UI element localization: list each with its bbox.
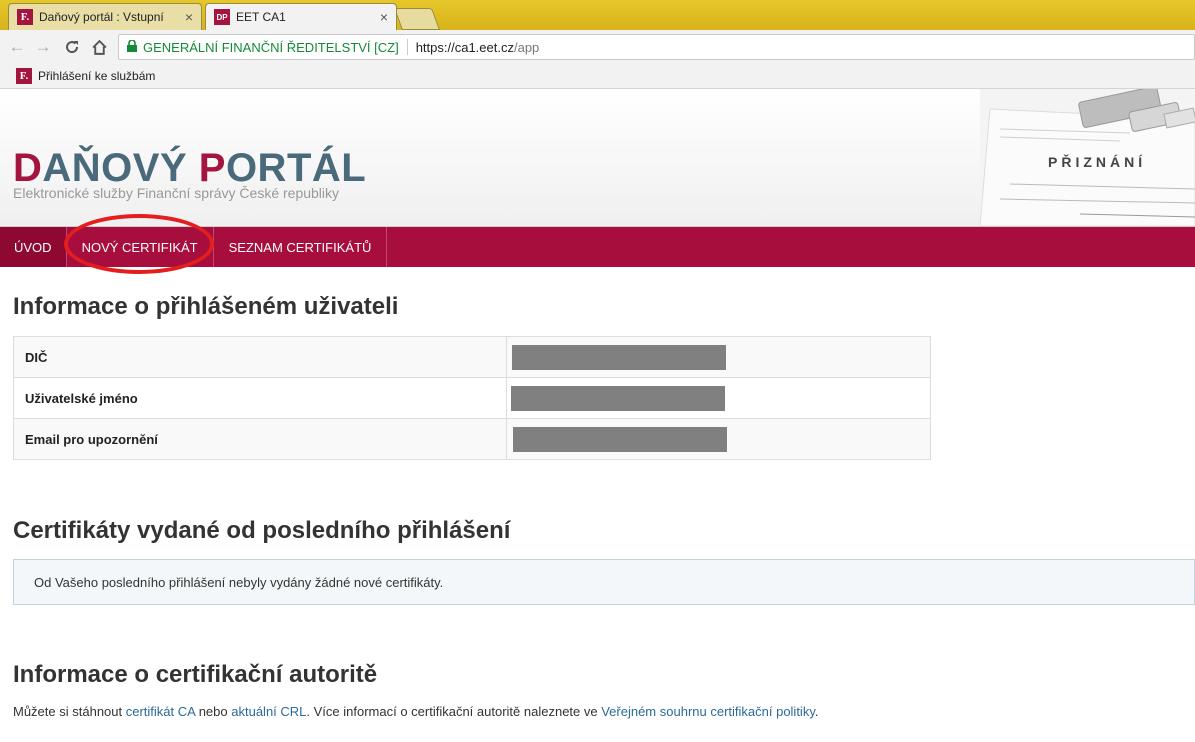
address-bar[interactable]: GENERÁLNÍ FINANČNÍ ŘEDITELSTVÍ [CZ] http…	[118, 34, 1195, 60]
address-separator	[406, 39, 408, 55]
danovy-portal-favicon-icon: F.	[17, 9, 33, 25]
new-tab-button[interactable]	[393, 8, 441, 30]
nav-item-novy-certifikat[interactable]: NOVÝ CERTIFIKÁT	[67, 227, 214, 267]
certificates-heading: Certifikáty vydané od posledního přihláš…	[13, 517, 511, 544]
lock-icon	[127, 38, 137, 55]
reload-icon[interactable]	[61, 36, 83, 58]
row-label-email: Email pro upozornění	[13, 418, 507, 460]
page-content: DAŇOVÝ PORTÁL Elektronické služby Finanč…	[0, 89, 1195, 742]
logo-letter-d: D	[13, 146, 43, 190]
ca-info-text: Můžete si stáhnout	[13, 704, 126, 719]
ca-info-paragraph: Můžete si stáhnout certifikát CA nebo ak…	[13, 704, 818, 719]
bookmark-prihlaseni[interactable]: F. Přihlášení ke službám	[16, 68, 155, 84]
ca-info-text: nebo	[195, 704, 232, 719]
user-info-heading: Informace o přihlášeném uživateli	[13, 293, 399, 320]
row-value-username	[506, 377, 931, 419]
tax-form-usb-illustration: PŘIZNÁNÍ	[980, 89, 1195, 226]
ca-info-heading: Informace o certifikační autoritě	[13, 661, 378, 688]
row-value-email	[506, 418, 931, 460]
tax-form-caption: PŘIZNÁNÍ	[1048, 153, 1146, 170]
danovy-portal-favicon-icon: F.	[16, 68, 32, 84]
tab-title: EET CA1	[236, 10, 286, 24]
redacted-value	[512, 344, 726, 370]
certification-policy-link[interactable]: Veřejném souhrnu certifikační politiky	[601, 704, 815, 719]
back-arrow-icon[interactable]: ←	[6, 36, 28, 58]
bookmark-label: Přihlášení ke službám	[38, 69, 156, 83]
site-subtitle: Elektronické služby Finanční správy Česk…	[13, 185, 340, 201]
nav-item-uvod[interactable]: ÚVOD	[0, 227, 67, 267]
row-label-dic: DIČ	[13, 336, 507, 378]
redacted-value	[511, 385, 725, 411]
forward-arrow-icon[interactable]: →	[32, 36, 54, 58]
tab-title: Daňový portál : Vstupní	[39, 10, 164, 24]
table-row: Uživatelské jméno	[13, 377, 931, 419]
close-tab-icon[interactable]: ×	[185, 9, 193, 25]
table-row: Email pro upozornění	[13, 418, 931, 460]
bookmarks-bar: F. Přihlášení ke službám	[0, 64, 1195, 89]
main-navigation: ÚVOD NOVÝ CERTIFIKÁT SEZNAM CERTIFIKÁTŮ	[0, 227, 1195, 267]
ca-info-text: .	[814, 704, 819, 719]
logo-letter-p: P	[198, 146, 226, 190]
home-icon[interactable]	[88, 36, 110, 58]
url-host: https://ca1.eet.cz	[415, 39, 514, 55]
no-certificates-message: Od Vašeho posledního přihlášení nebyly v…	[13, 559, 1195, 605]
logo-text: AŇOVÝ	[42, 146, 199, 190]
ca-info-text: . Více informací o certifikační autoritě…	[306, 704, 602, 719]
crl-link[interactable]: aktuální CRL	[231, 704, 306, 719]
certificate-organization: GENERÁLNÍ FINANČNÍ ŘEDITELSTVÍ [CZ]	[143, 39, 399, 55]
row-label-username: Uživatelské jméno	[13, 377, 507, 419]
close-tab-icon[interactable]: ×	[380, 9, 388, 25]
redacted-value	[513, 426, 727, 452]
browser-toolbar: ← → GENERÁLNÍ FINANČNÍ ŘEDITELSTVÍ [CZ] …	[0, 30, 1195, 64]
dp-favicon-icon: DP	[214, 9, 230, 25]
row-value-dic	[506, 336, 931, 378]
tab-strip: F. Daňový portál : Vstupní × DP EET CA1 …	[0, 0, 1195, 30]
table-row: DIČ	[13, 336, 931, 378]
user-info-table: DIČ Uživatelské jméno Email pro upozorně…	[13, 336, 931, 460]
logo-text: ORTÁL	[225, 146, 367, 190]
ca-certificate-link[interactable]: certifikát CA	[126, 704, 195, 719]
url-path: /app	[513, 39, 540, 55]
tab-eet-ca1[interactable]: DP EET CA1 ×	[205, 3, 397, 30]
nav-item-seznam-certifikatu[interactable]: SEZNAM CERTIFIKÁTŮ	[214, 227, 388, 267]
tab-danovy-portal[interactable]: F. Daňový portál : Vstupní ×	[8, 3, 202, 30]
site-header: DAŇOVÝ PORTÁL Elektronické služby Finanč…	[0, 89, 1195, 227]
